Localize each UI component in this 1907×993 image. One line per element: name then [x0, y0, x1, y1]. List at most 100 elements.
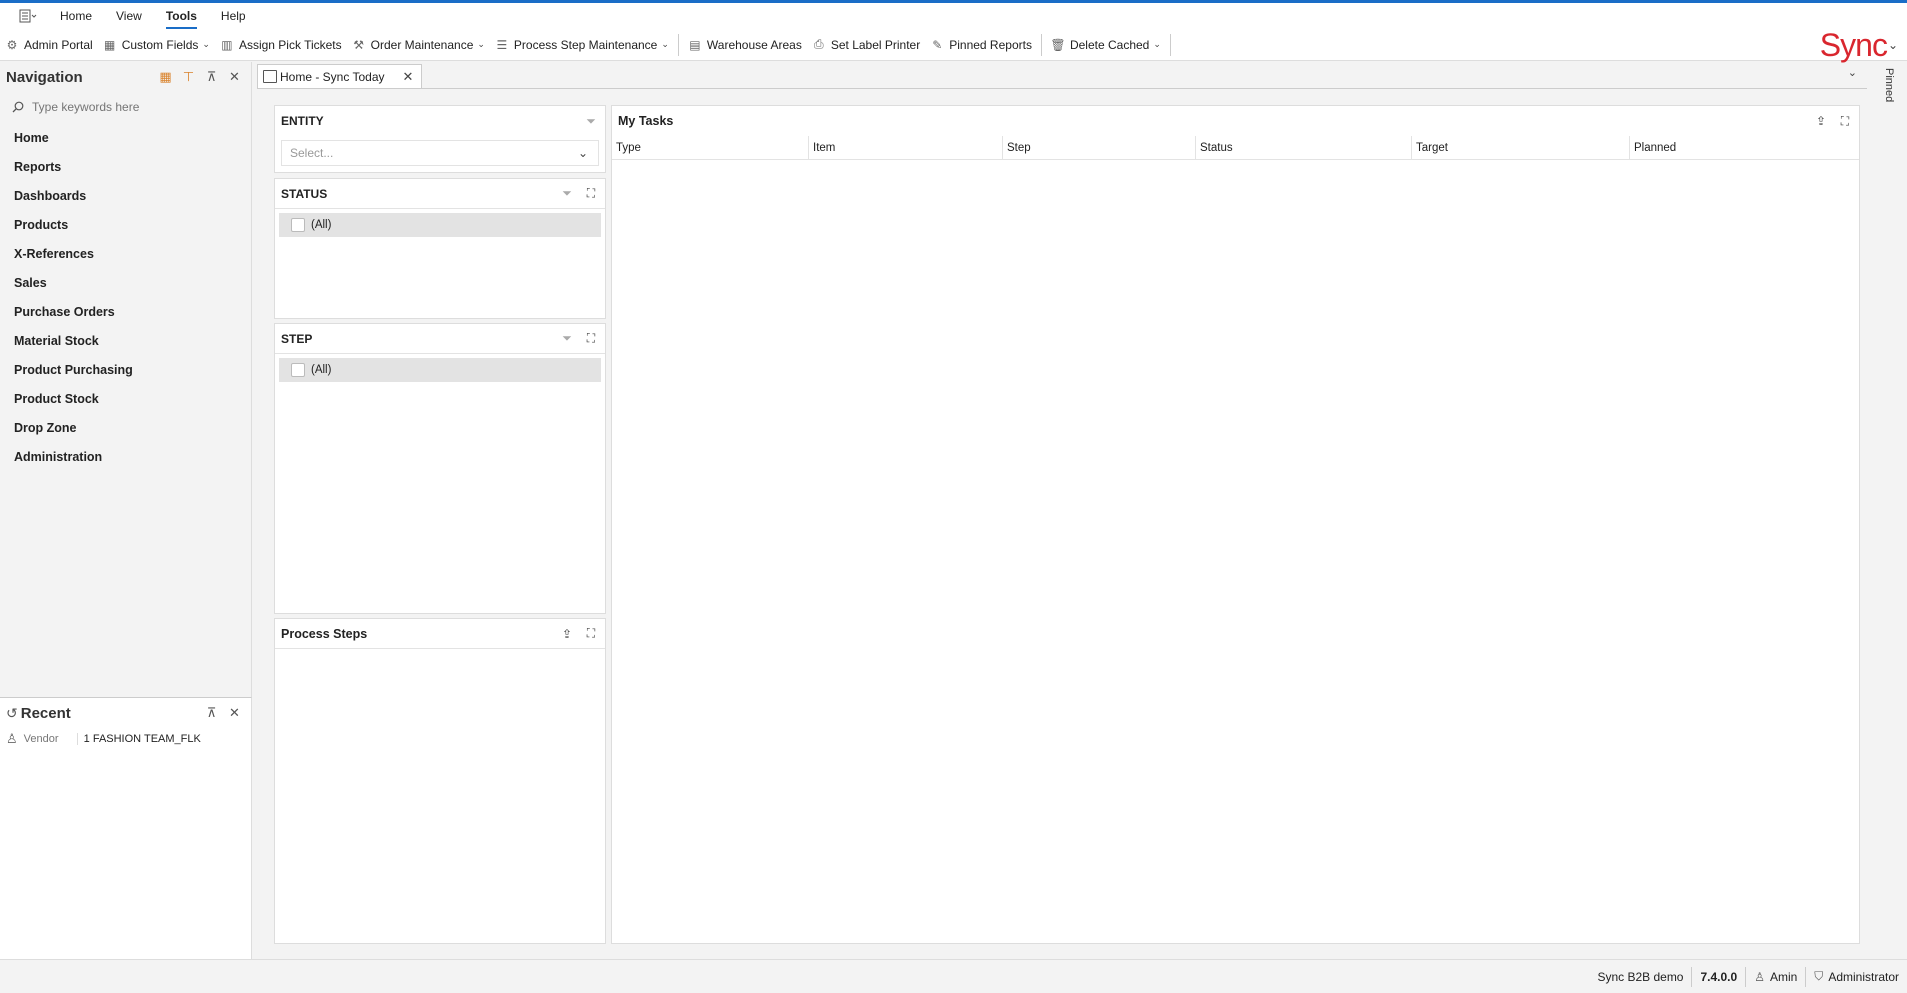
- entity-select[interactable]: Select... ⌄: [281, 140, 599, 166]
- custom-fields-label: Custom Fields: [121, 37, 199, 52]
- maximize-icon[interactable]: ⛶: [583, 331, 599, 347]
- nav-item-dashboards[interactable]: Dashboards: [0, 182, 251, 211]
- maximize-icon[interactable]: ⛶: [583, 626, 599, 642]
- search-icon: [12, 101, 24, 113]
- delete-cached-label: Delete Cached: [1069, 37, 1150, 52]
- app-menu-button[interactable]: [8, 3, 48, 29]
- menu-bar: Home View Tools Help: [0, 3, 1907, 29]
- tab-home-label: Home - Sync Today: [280, 69, 385, 84]
- column-status[interactable]: Status: [1196, 135, 1412, 160]
- warehouse-areas-label: Warehouse Areas: [706, 37, 802, 52]
- admin-portal-label: Admin Portal: [24, 37, 93, 52]
- navigation-search: [0, 92, 251, 122]
- column-item[interactable]: Item: [809, 135, 1003, 160]
- entity-card: ENTITY ⏷ Select... ⌄: [274, 105, 606, 173]
- pin-panel-icon[interactable]: ⊼: [203, 69, 220, 86]
- trash-icon: 🗑: [1050, 37, 1066, 52]
- nav-item-sales[interactable]: Sales: [0, 269, 251, 298]
- calendar-icon[interactable]: ▦: [157, 69, 174, 86]
- process-step-maintenance-button[interactable]: ☰ Process Step Maintenance ⌄: [490, 31, 674, 59]
- my-tasks-title: My Tasks: [618, 114, 674, 128]
- custom-fields-button[interactable]: ▦ Custom Fields ⌄: [98, 31, 215, 59]
- close-icon[interactable]: ✕: [403, 69, 414, 85]
- barcode-icon: ▥: [221, 37, 233, 52]
- recent-item[interactable]: ♙ Vendor 1 FASHION TEAM_FLK: [0, 728, 251, 750]
- chevron-down-icon[interactable]: ⌄: [1848, 66, 1857, 79]
- user-indicator[interactable]: ♙ Amin: [1745, 966, 1805, 987]
- tree-icon[interactable]: ⊤: [180, 69, 197, 86]
- menu-help[interactable]: Help: [209, 3, 258, 29]
- tab-home-sync-today[interactable]: Home - Sync Today ✕: [257, 64, 423, 88]
- table-icon: ▦: [104, 37, 116, 52]
- warehouse-areas-button[interactable]: ▤ Warehouse Areas: [683, 31, 807, 59]
- nav-item-material-stock[interactable]: Material Stock: [0, 327, 251, 356]
- pinned-reports-button[interactable]: ✎ Pinned Reports: [925, 31, 1037, 59]
- maximize-icon[interactable]: ⛶: [1837, 113, 1853, 129]
- step-title: STEP: [281, 331, 313, 346]
- my-tasks-header: My Tasks ⇪ ⛶: [612, 106, 1859, 136]
- ribbon-separator: [677, 33, 679, 56]
- user-icon: ♙: [1754, 969, 1765, 984]
- clear-filter-icon[interactable]: ⏷: [559, 186, 575, 202]
- column-type[interactable]: Type: [612, 135, 809, 160]
- role-indicator[interactable]: ⛉ Administrator: [1805, 966, 1907, 987]
- maximize-icon[interactable]: ⛶: [583, 186, 599, 202]
- process-steps-header: Process Steps ⇪ ⛶: [275, 619, 605, 649]
- chevron-down-icon: ⌄: [661, 39, 669, 49]
- sync-logo[interactable]: Sync ⌄: [1820, 27, 1898, 63]
- ribbon-separator: [1040, 33, 1042, 56]
- admin-portal-button[interactable]: ⚙ Admin Portal: [0, 31, 98, 59]
- nav-item-reports[interactable]: Reports: [0, 153, 251, 182]
- shield-icon: ⛉: [1814, 969, 1824, 983]
- dashboard-content: ENTITY ⏷ Select... ⌄ STATUS ⏷ ⛶ (All) ST…: [257, 88, 1867, 958]
- status-card: STATUS ⏷ ⛶ (All): [274, 178, 606, 319]
- status-all-checkbox[interactable]: [291, 218, 305, 232]
- pinned-label: Pinned: [1883, 68, 1895, 103]
- step-all-checkbox[interactable]: [291, 363, 305, 377]
- user-icon: ♙: [6, 731, 18, 746]
- nav-item-products[interactable]: Products: [0, 211, 251, 240]
- menu-home[interactable]: Home: [48, 3, 104, 29]
- recent-panel: ↺ Recent ⊼ ✕ ♙ Vendor 1 FASHION TEAM_FLK: [0, 697, 252, 959]
- status-header: STATUS ⏷ ⛶: [275, 179, 605, 209]
- menu-tools[interactable]: Tools: [154, 3, 209, 29]
- set-label-printer-button[interactable]: ⎙ Set Label Printer: [807, 31, 925, 59]
- nav-item-x-references[interactable]: X-References: [0, 240, 251, 269]
- delete-cached-button[interactable]: 🗑 Delete Cached ⌄: [1046, 31, 1166, 59]
- nav-item-product-stock[interactable]: Product Stock: [0, 385, 251, 414]
- nav-item-administration[interactable]: Administration: [0, 443, 251, 472]
- nav-item-purchase-orders[interactable]: Purchase Orders: [0, 298, 251, 327]
- status-all-option[interactable]: (All): [279, 213, 601, 237]
- clear-filter-icon[interactable]: ⏷: [559, 331, 575, 347]
- status-title: STATUS: [281, 186, 328, 201]
- printer-icon: ⎙: [814, 37, 824, 51]
- status-all-label: (All): [311, 219, 332, 231]
- document-tab-bar: Home - Sync Today ✕ ⌄: [257, 62, 1867, 88]
- recent-header: ↺ Recent ⊼ ✕: [0, 698, 251, 728]
- step-all-option[interactable]: (All): [279, 358, 601, 382]
- export-icon[interactable]: ⇪: [559, 626, 575, 642]
- close-icon[interactable]: ✕: [226, 69, 243, 86]
- menu-view[interactable]: View: [104, 3, 154, 29]
- pin-panel-icon[interactable]: ⊼: [203, 705, 220, 722]
- navigation-title: Navigation: [6, 68, 83, 86]
- close-icon[interactable]: ✕: [226, 705, 243, 722]
- column-target[interactable]: Target: [1412, 135, 1630, 160]
- pinned-reports-label: Pinned Reports: [949, 37, 1032, 52]
- layers-icon: ☰: [496, 37, 508, 52]
- column-planned[interactable]: Planned: [1630, 136, 1859, 160]
- nav-item-product-purchasing[interactable]: Product Purchasing: [0, 356, 251, 385]
- column-step[interactable]: Step: [1003, 135, 1196, 160]
- chevron-down-icon: ⌄: [1153, 39, 1161, 49]
- entity-select-value: Select...: [290, 146, 334, 160]
- nav-item-home[interactable]: Home: [0, 124, 251, 153]
- app-menu-icon: [19, 9, 37, 23]
- nav-item-drop-zone[interactable]: Drop Zone: [0, 414, 251, 443]
- order-maintenance-button[interactable]: ⚒ Order Maintenance ⌄: [347, 31, 490, 59]
- assign-pick-tickets-button[interactable]: ▥ Assign Pick Tickets: [215, 31, 347, 59]
- export-icon[interactable]: ⇪: [1813, 113, 1829, 129]
- clear-filter-icon[interactable]: ⏷: [583, 113, 599, 129]
- tools-icon: ⚒: [353, 37, 365, 52]
- pinned-side-strip[interactable]: Pinned: [1873, 62, 1907, 960]
- search-input[interactable]: [32, 100, 232, 114]
